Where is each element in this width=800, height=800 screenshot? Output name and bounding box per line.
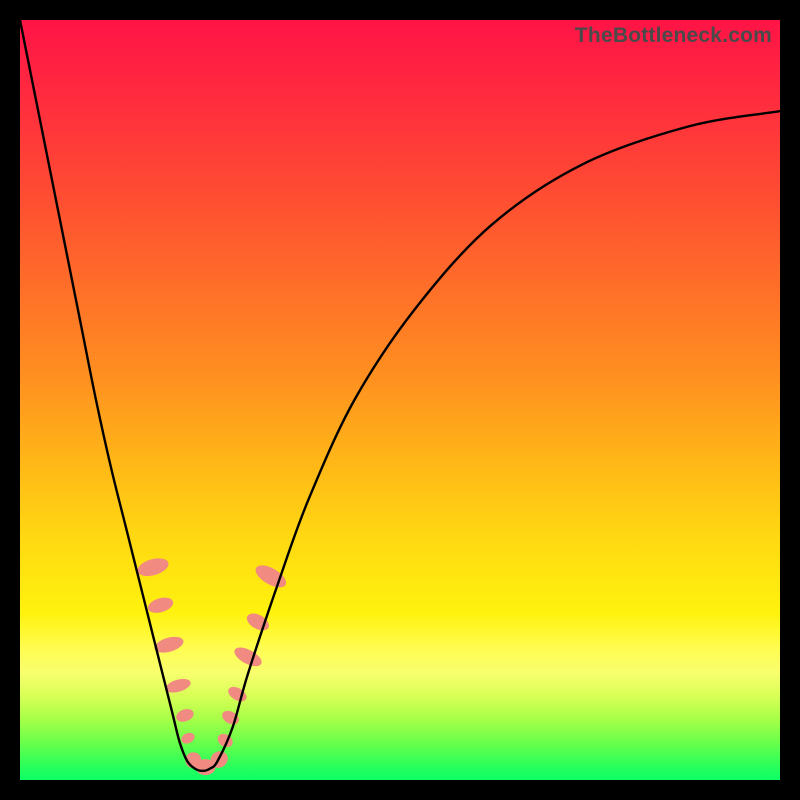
data-marker <box>226 684 249 704</box>
outer-frame: TheBottleneck.com <box>0 0 800 800</box>
data-marker <box>231 644 264 670</box>
plot-area: TheBottleneck.com <box>20 20 780 780</box>
data-marker <box>174 707 195 724</box>
data-marker <box>180 731 197 746</box>
data-marker <box>135 555 170 579</box>
marker-group <box>135 555 289 775</box>
curve-layer <box>20 20 780 780</box>
data-marker <box>146 595 175 616</box>
bottleneck-curve <box>20 20 780 771</box>
